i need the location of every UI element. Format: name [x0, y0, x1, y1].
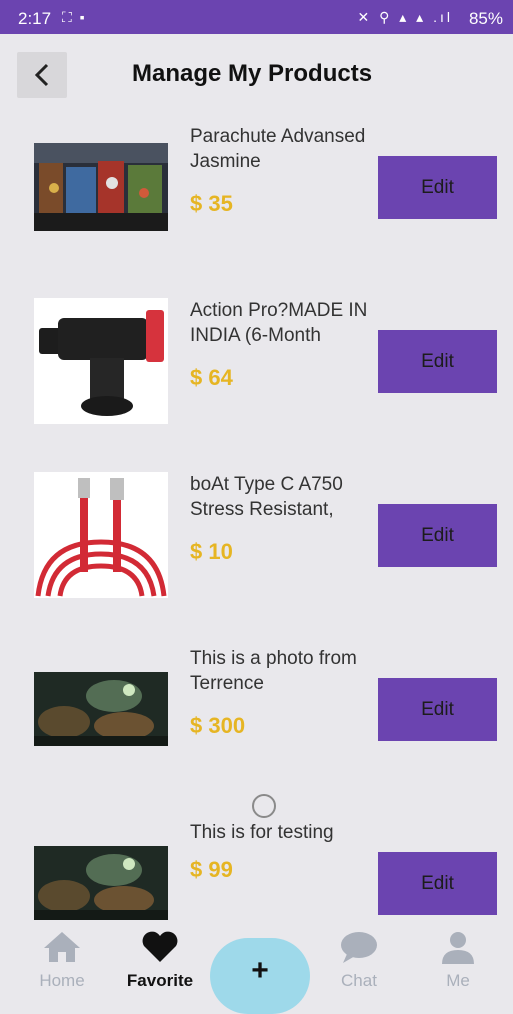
edit-button[interactable]: Edit — [378, 678, 497, 741]
loading-spinner — [252, 794, 276, 818]
nav-favorite[interactable]: Favorite — [120, 930, 200, 991]
edit-button[interactable]: Edit — [378, 330, 497, 393]
status-left-icons: ⛶ ▪ — [62, 9, 87, 25]
product-price: $ 64 — [190, 365, 233, 390]
user-icon — [442, 932, 474, 964]
product-row: Parachute Advansed Jasmine $ 35 Edit — [0, 116, 513, 256]
product-image[interactable] — [34, 143, 168, 231]
product-row: boAt Type C A750 Stress Resistant, $ 10 … — [0, 464, 513, 604]
product-name: This is a photo from Terrence — [190, 648, 357, 694]
product-row: Action Pro?MADE IN INDIA (6-Month $ 64 E… — [0, 290, 513, 430]
product-name: Parachute Advansed Jasmine — [190, 126, 366, 172]
nav-label: Chat — [341, 971, 377, 990]
chevron-left-icon — [34, 63, 49, 87]
plus-icon: + — [251, 954, 269, 987]
home-icon — [44, 932, 80, 962]
product-row: This is a photo from Terrence $ 300 Edit — [0, 638, 513, 778]
battery-indicator: 85% — [468, 9, 503, 28]
nav-label: Home — [39, 971, 85, 990]
add-product-button[interactable]: + — [210, 938, 310, 1014]
nav-me[interactable]: Me — [418, 930, 498, 991]
product-name: boAt Type C A750 Stress Resistant, — [190, 474, 343, 520]
edit-button[interactable]: Edit — [378, 504, 497, 567]
product-image[interactable] — [34, 672, 168, 746]
product-name: This is for testing — [190, 822, 334, 843]
nav-label: Favorite — [126, 971, 194, 990]
edit-button[interactable]: Edit — [378, 852, 497, 915]
chat-icon — [341, 932, 377, 963]
product-image[interactable] — [34, 298, 168, 424]
edit-button[interactable]: Edit — [378, 156, 497, 219]
header: Manage My Products — [0, 34, 513, 116]
page-title: Manage My Products — [132, 60, 373, 87]
status-time: 2:17 — [18, 9, 52, 28]
back-button[interactable] — [17, 52, 67, 98]
product-price: $ 300 — [190, 713, 246, 738]
product-name: Action Pro?MADE IN INDIA (6-Month — [190, 300, 368, 346]
nav-chat[interactable]: Chat — [319, 930, 399, 991]
product-price: $ 35 — [190, 191, 233, 216]
nav-label: Me — [446, 971, 470, 990]
status-right-icons: ✕ ⚲ ▴ ▴ .ıl — [357, 9, 453, 25]
product-price: $ 10 — [190, 539, 233, 564]
product-price: $ 99 — [190, 857, 233, 882]
status-bar: 2:17 ⛶ ▪ ✕ ⚲ ▴ ▴ .ıl 85% — [0, 0, 513, 34]
product-image[interactable] — [34, 472, 168, 598]
bottom-nav: Home Favorite + Chat Me — [0, 930, 513, 1014]
nav-home[interactable]: Home — [22, 930, 102, 991]
product-image[interactable] — [34, 846, 168, 920]
heart-icon — [142, 931, 178, 962]
